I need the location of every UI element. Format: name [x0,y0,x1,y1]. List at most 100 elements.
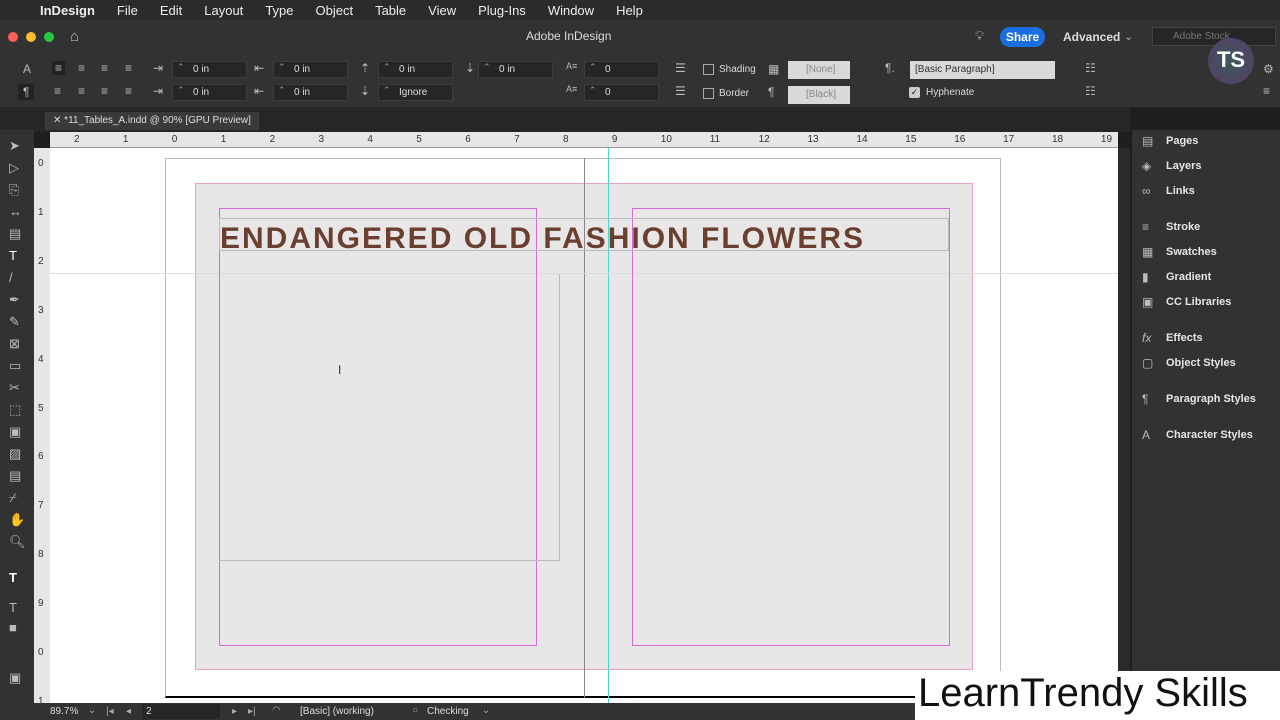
align-to-grid-select[interactable]: Ignore [378,84,453,101]
close-window-button[interactable] [8,32,18,42]
menu-table[interactable]: Table [375,3,406,18]
lightbulb-icon[interactable]: 💡︎ [975,28,984,44]
span-columns-icon[interactable]: ☷ [1085,61,1096,75]
right-indent-field[interactable]: 0 in [273,61,348,78]
workspace-switcher[interactable]: Advanced [1063,30,1120,44]
pen-tool-icon[interactable]: ✒ [9,292,20,308]
first-page-icon[interactable]: |◂ [106,706,114,717]
next-page-icon[interactable]: ▸ [232,706,237,717]
screen-mode-icon[interactable]: ▣ [9,670,21,686]
direct-selection-tool-icon[interactable]: ▷ [9,160,19,176]
free-transform-tool-icon[interactable]: ⬚ [9,402,21,418]
drop-cap-lines-field[interactable]: 0 [584,61,659,78]
border-settings-icon[interactable]: ¶ [768,85,774,99]
zoom-tool-icon[interactable]: 🔍︎ [9,534,26,550]
panel-effects[interactable]: Effects [1166,332,1203,344]
panel-gradient[interactable]: Gradient [1166,271,1211,283]
ruler-guide-horizontal[interactable] [50,273,1118,274]
home-icon[interactable]: ⌂ [70,28,79,45]
preflight-profile[interactable]: [Basic] (working) [300,706,374,717]
zoom-window-button[interactable] [44,32,54,42]
adobe-stock-search-input[interactable] [1152,27,1276,46]
paragraph-style-select[interactable]: [Basic Paragraph] [910,61,1055,79]
gap-tool-icon[interactable]: ↔ [9,204,22,219]
document-tab[interactable]: ✕ *11_Tables_A.indd @ 90% [GPU Preview] [45,112,259,130]
menu-edit[interactable]: Edit [160,3,182,18]
hyphenate-checkbox[interactable]: ✓ [909,87,920,98]
line-tool-icon[interactable]: / [9,270,13,285]
horizontal-ruler[interactable]: 2 1 0 1 2 3 4 5 6 7 8 9 10 11 12 13 14 15 16 17 18 19 [50,132,1118,148]
text-frame[interactable] [219,274,560,561]
previous-page-icon[interactable]: ◂ [126,706,131,717]
menu-plugins[interactable]: Plug-Ins [478,3,526,18]
eyedropper-tool-icon[interactable]: ⌿ [9,490,17,506]
drop-cap-chars-field[interactable]: 0 [584,84,659,101]
last-line-indent-field[interactable]: 0 in [273,84,348,101]
panel-swatches[interactable]: Swatches [1166,246,1217,258]
menu-file[interactable]: File [117,3,138,18]
menu-app[interactable]: InDesign [40,3,95,18]
balance-columns-icon[interactable]: ☷ [1085,84,1096,98]
vertical-scrollbar[interactable] [1118,148,1130,703]
bullet-list-icon[interactable]: ☰ [675,61,686,75]
panel-object-styles[interactable]: Object Styles [1166,357,1236,369]
last-page-icon[interactable]: ▸| [248,706,256,717]
panel-links[interactable]: Links [1166,185,1195,197]
panel-menu-icon[interactable]: ≡ [1263,84,1270,98]
border-color-select[interactable]: [Black] [788,86,850,104]
character-mode-icon[interactable]: A [23,62,31,76]
left-indent-field[interactable]: 0 in [172,61,247,78]
formatting-container-icon[interactable]: T [9,600,17,615]
preflight-icon[interactable]: ◠ [272,705,281,716]
gear-icon[interactable]: ⚙ [1263,62,1274,76]
rectangle-frame-tool-icon[interactable]: ⊠ [9,336,20,352]
panel-cc-libraries[interactable]: CC Libraries [1166,296,1231,308]
align-towards-spine-icon[interactable]: ≡ [125,61,132,75]
align-right-icon[interactable]: ≡ [101,61,108,75]
note-tool-icon[interactable]: ▤ [9,468,21,484]
selection-tool-icon[interactable]: ➤ [9,138,20,154]
align-center-icon[interactable]: ≡ [78,61,85,75]
scissors-tool-icon[interactable]: ✂ [9,380,20,396]
pencil-tool-icon[interactable]: ✎ [9,314,20,330]
menu-view[interactable]: View [428,3,456,18]
gradient-feather-tool-icon[interactable]: ▨ [9,446,21,462]
panel-pages[interactable]: Pages [1166,135,1198,147]
share-button[interactable]: Share [1000,27,1045,47]
menu-type[interactable]: Type [265,3,293,18]
fill-stroke-icon[interactable]: T [9,570,17,585]
document-canvas[interactable]: ENDANGERED OLD FASHION FLOWERS I [50,148,1118,703]
menu-window[interactable]: Window [548,3,594,18]
shading-color-select[interactable]: [None] [788,61,850,79]
first-line-indent-field[interactable]: 0 in [172,84,247,101]
page-heading[interactable]: ENDANGERED OLD FASHION FLOWERS [220,222,865,256]
justify-all-icon[interactable]: ≡ [125,84,132,98]
apply-color-icon[interactable]: ■ [9,620,17,635]
content-collector-icon[interactable]: ▤ [9,226,21,242]
preflight-menu-icon[interactable]: ⌄ [482,705,490,716]
close-tab-icon[interactable]: ✕ [53,115,64,126]
panel-stroke[interactable]: Stroke [1166,221,1200,233]
panel-paragraph-styles[interactable]: Paragraph Styles [1166,393,1256,405]
shading-checkbox[interactable] [703,64,714,75]
rectangle-tool-icon[interactable]: ▭ [9,358,21,374]
page-number-field[interactable]: 2 [142,704,220,719]
page-tool-icon[interactable]: ⎘ [9,182,19,198]
justify-left-icon[interactable]: ≡ [54,84,61,98]
type-tool-icon[interactable]: T [9,248,17,263]
border-checkbox[interactable] [703,88,714,99]
hand-tool-icon[interactable]: ✋ [9,512,25,528]
panel-layers[interactable]: Layers [1166,160,1201,172]
shading-swatch-icon[interactable]: ▦ [768,62,779,76]
justify-center-icon[interactable]: ≡ [78,84,85,98]
numbered-list-icon[interactable]: ☰ [675,84,686,98]
menu-layout[interactable]: Layout [204,3,243,18]
gradient-tool-icon[interactable]: ▣ [9,424,21,440]
zoom-dropdown-icon[interactable]: ⌄ [88,705,96,716]
panel-character-styles[interactable]: Character Styles [1166,429,1253,441]
menu-help[interactable]: Help [616,3,643,18]
menu-object[interactable]: Object [316,3,354,18]
space-before-field[interactable]: 0 in [378,61,453,78]
space-after-field[interactable]: 0 in [478,61,553,78]
justify-right-icon[interactable]: ≡ [101,84,108,98]
